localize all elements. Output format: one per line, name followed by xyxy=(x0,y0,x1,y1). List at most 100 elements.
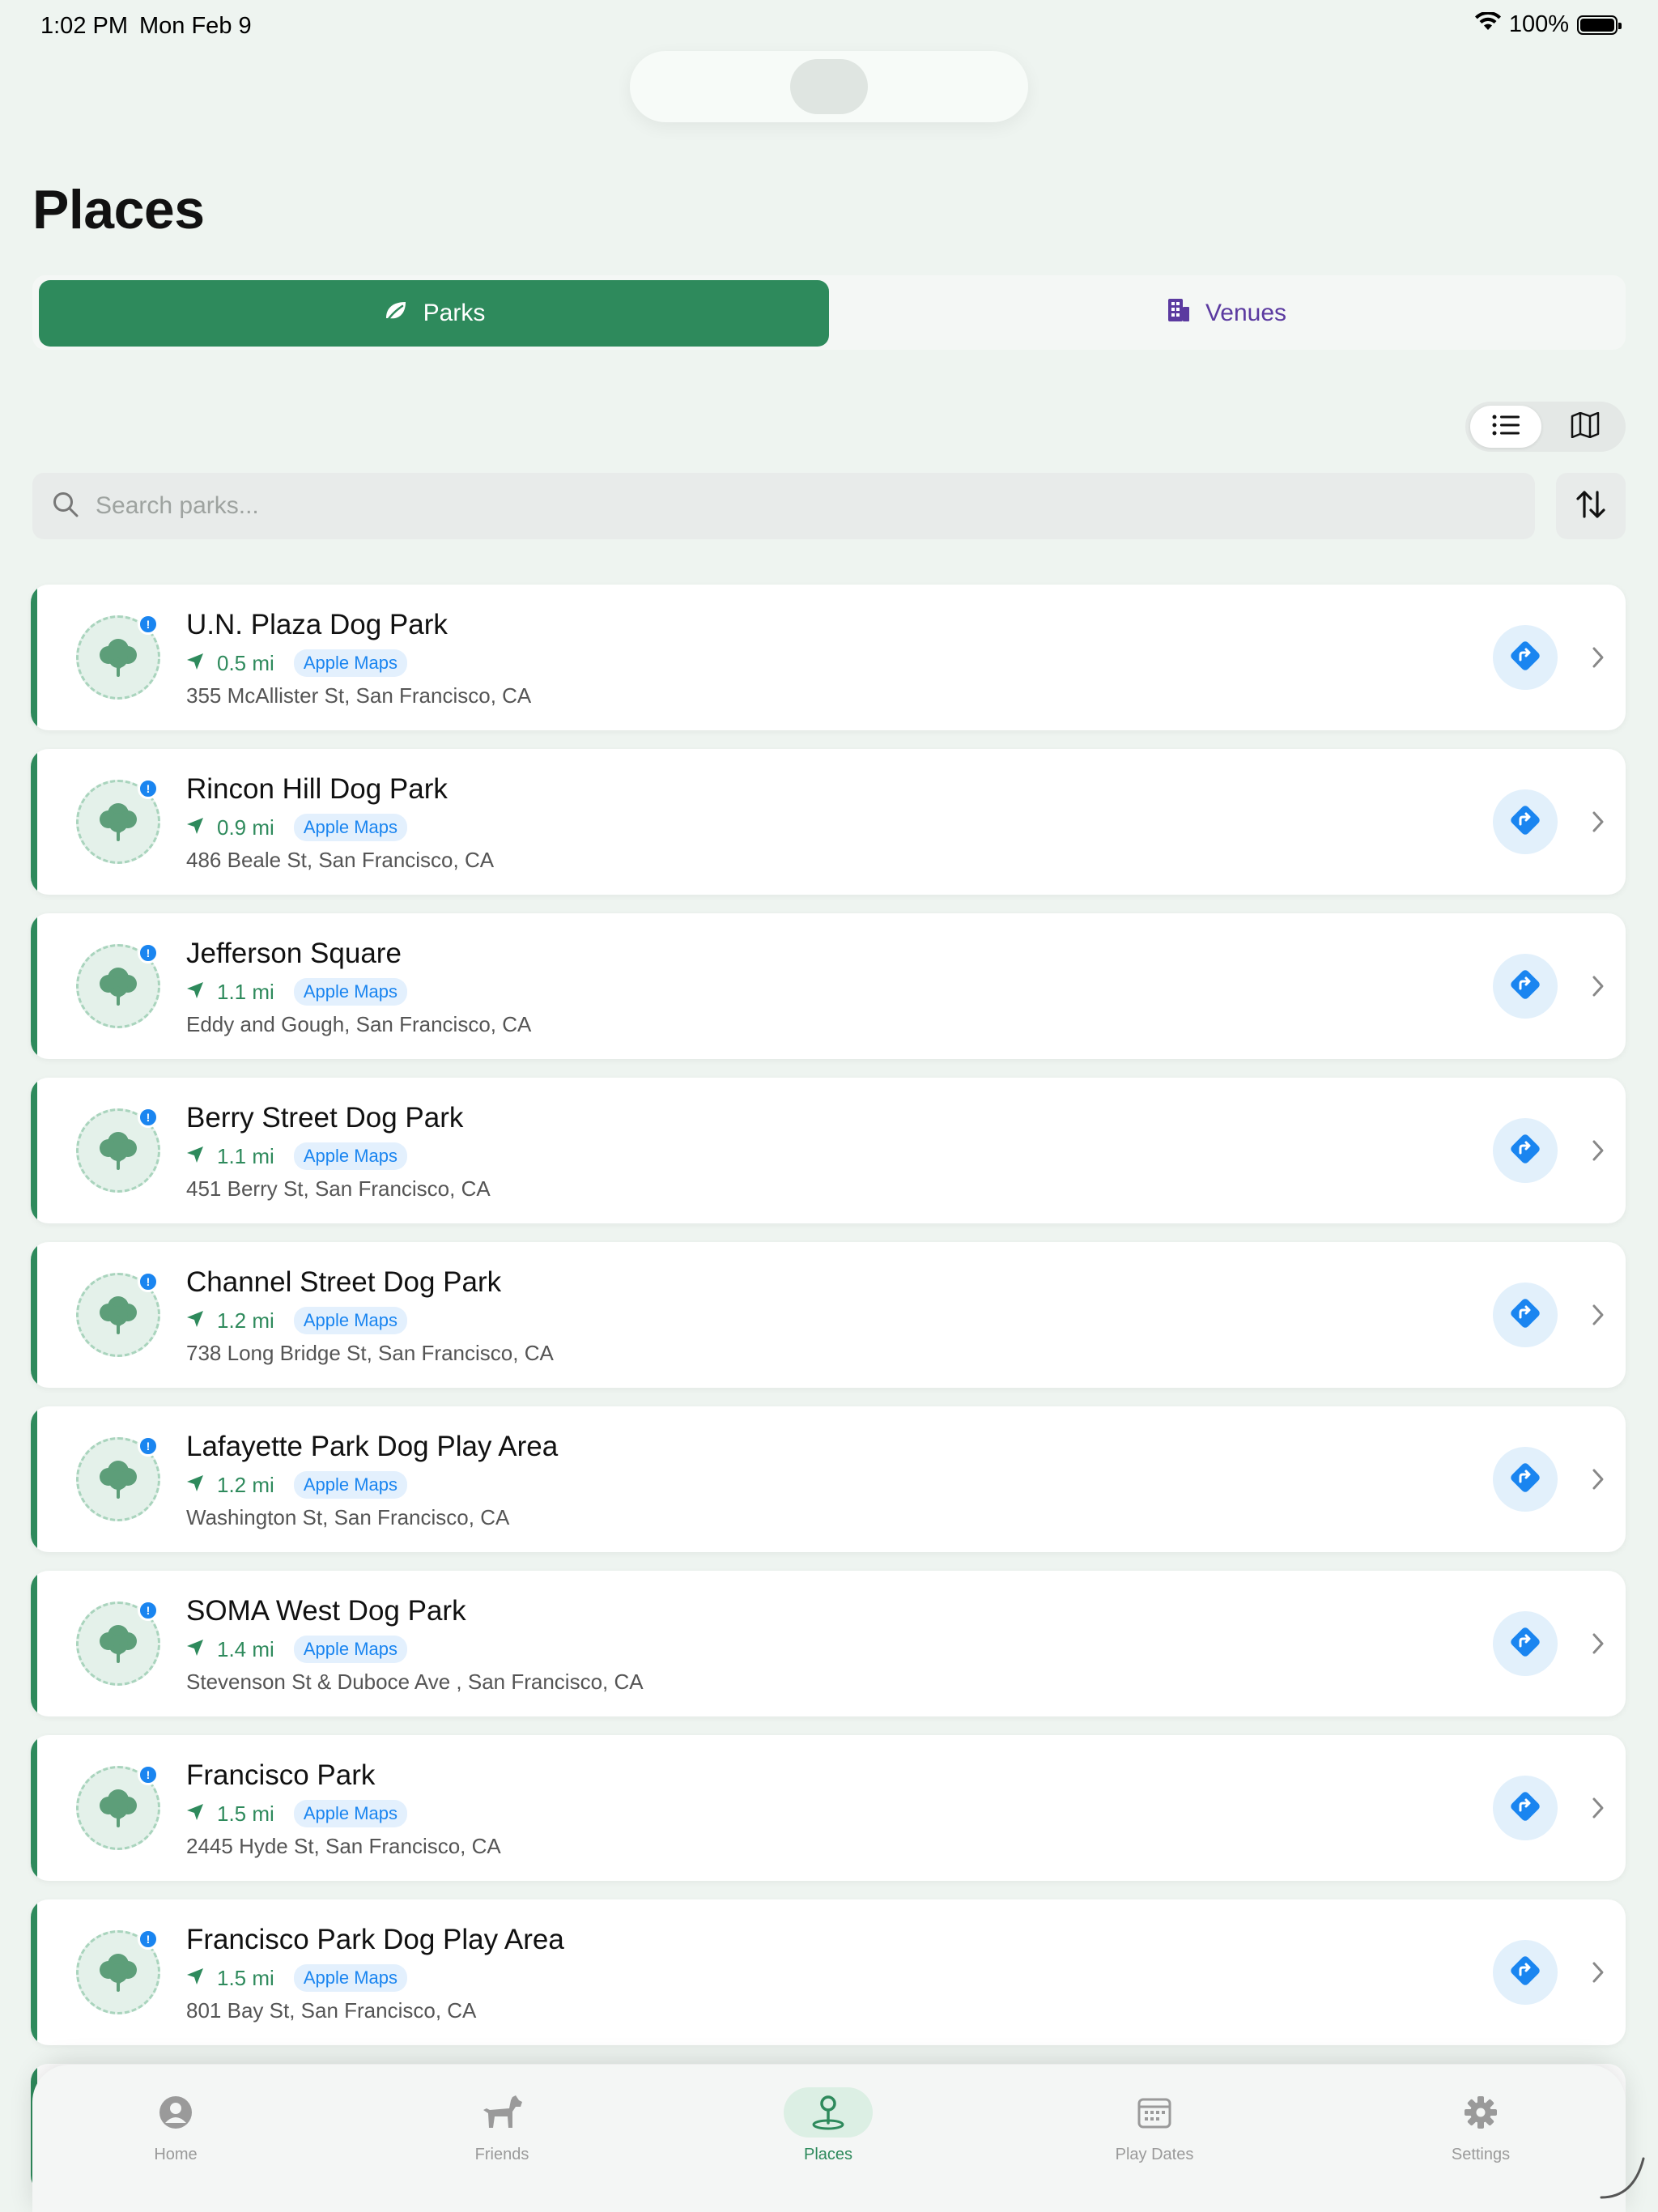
bottom-tab-bar: Home Friends Places Play Dates Settings xyxy=(32,2065,1626,2212)
tree-icon xyxy=(94,1289,142,1342)
location-arrow-icon xyxy=(186,1310,204,1332)
directions-icon xyxy=(1507,1952,1544,1993)
place-address: 2445 Hyde St, San Francisco, CA xyxy=(186,1834,501,1858)
location-arrow-icon xyxy=(186,817,204,839)
source-badge: Apple Maps xyxy=(293,1800,407,1827)
directions-button[interactable] xyxy=(1493,625,1558,690)
place-card[interactable]: ! U.N. Plaza Dog Park 0.5 mi Apple Maps … xyxy=(31,585,1626,730)
info-badge-icon: ! xyxy=(138,1436,159,1457)
place-address: Stevenson St & Duboce Ave , San Francisc… xyxy=(186,1670,644,1694)
search-input[interactable] xyxy=(96,492,1472,520)
chevron-right-icon xyxy=(1584,1793,1613,1823)
tab-places[interactable]: Places xyxy=(747,2087,909,2164)
place-distance: 1.1 mi xyxy=(217,1143,274,1168)
tab-home-label: Home xyxy=(154,2146,198,2163)
place-meta: 1.1 mi Apple Maps xyxy=(186,1142,407,1170)
building-icon xyxy=(1167,297,1191,330)
dog-icon xyxy=(457,2087,546,2138)
directions-icon xyxy=(1507,637,1544,678)
tab-play-dates[interactable]: Play Dates xyxy=(1073,2087,1235,2164)
place-card[interactable]: ! Francisco Park Dog Play Area 1.5 mi Ap… xyxy=(31,1899,1626,2045)
status-date: Mon Feb 9 xyxy=(139,13,252,39)
directions-icon xyxy=(1507,1788,1544,1829)
place-card[interactable]: ! Berry Street Dog Park 1.1 mi Apple Map… xyxy=(31,1078,1626,1223)
tab-play-dates-label: Play Dates xyxy=(1115,2146,1194,2163)
person-icon xyxy=(131,2087,220,2138)
place-distance: 0.9 mi xyxy=(217,815,274,840)
directions-button[interactable] xyxy=(1493,1283,1558,1347)
chevron-right-icon xyxy=(1584,972,1613,1001)
location-arrow-icon xyxy=(186,1146,204,1168)
search-icon xyxy=(52,491,79,522)
place-distance: 1.1 mi xyxy=(217,979,274,1004)
list-icon xyxy=(1492,415,1520,440)
tab-friends[interactable]: Friends xyxy=(421,2087,583,2164)
resize-corner-icon[interactable] xyxy=(1598,2152,1647,2201)
directions-button[interactable] xyxy=(1493,954,1558,1019)
info-badge-icon: ! xyxy=(138,1600,159,1621)
source-badge: Apple Maps xyxy=(293,978,407,1006)
directions-button[interactable] xyxy=(1493,1447,1558,1512)
tab-settings[interactable]: Settings xyxy=(1400,2087,1562,2164)
directions-icon xyxy=(1507,1295,1544,1336)
place-card[interactable]: ! Jefferson Square 1.1 mi Apple Maps Edd… xyxy=(31,913,1626,1059)
directions-button[interactable] xyxy=(1493,1611,1558,1676)
place-name: Channel Street Dog Park xyxy=(186,1266,502,1298)
map-view-button[interactable] xyxy=(1550,406,1621,448)
place-meta: 1.1 mi Apple Maps xyxy=(186,978,407,1006)
place-address: 801 Bay St, San Francisco, CA xyxy=(186,1998,477,2023)
tree-icon xyxy=(94,1125,142,1177)
directions-button[interactable] xyxy=(1493,1118,1558,1183)
leaf-icon xyxy=(383,297,409,330)
place-distance: 1.4 mi xyxy=(217,1636,274,1661)
place-address: 355 McAllister St, San Francisco, CA xyxy=(186,683,532,708)
status-time: 1:02 PM xyxy=(40,13,128,39)
place-meta: 1.2 mi Apple Maps xyxy=(186,1471,407,1499)
source-badge: Apple Maps xyxy=(293,814,407,841)
sort-button[interactable] xyxy=(1556,473,1626,539)
source-badge: Apple Maps xyxy=(293,1964,407,1992)
directions-button[interactable] xyxy=(1493,1940,1558,2005)
place-card[interactable]: ! SOMA West Dog Park 1.4 mi Apple Maps S… xyxy=(31,1571,1626,1716)
place-card[interactable]: ! Rincon Hill Dog Park 0.9 mi Apple Maps… xyxy=(31,749,1626,895)
status-indicators: 100% xyxy=(1474,11,1622,38)
place-address: Eddy and Gough, San Francisco, CA xyxy=(186,1012,532,1036)
tree-icon xyxy=(94,1453,142,1506)
info-badge-icon: ! xyxy=(138,1929,159,1950)
place-card[interactable]: ! Francisco Park 1.5 mi Apple Maps 2445 … xyxy=(31,1735,1626,1881)
directions-button[interactable] xyxy=(1493,789,1558,854)
chevron-right-icon xyxy=(1584,1300,1613,1329)
tab-venues[interactable]: Venues xyxy=(834,280,1619,347)
info-badge-icon: ! xyxy=(138,1271,159,1292)
place-name: Rincon Hill Dog Park xyxy=(186,773,448,805)
directions-button[interactable] xyxy=(1493,1776,1558,1840)
tab-friends-label: Friends xyxy=(474,2146,529,2163)
location-arrow-icon xyxy=(186,1803,204,1825)
source-badge: Apple Maps xyxy=(293,649,407,677)
info-badge-icon: ! xyxy=(138,1107,159,1128)
place-name: Berry Street Dog Park xyxy=(186,1102,464,1134)
tab-parks[interactable]: Parks xyxy=(39,280,829,347)
tab-home[interactable]: Home xyxy=(95,2087,257,2164)
place-distance: 1.2 mi xyxy=(217,1472,274,1497)
place-address: Washington St, San Francisco, CA xyxy=(186,1505,510,1529)
tree-icon xyxy=(94,1782,142,1835)
chevron-right-icon xyxy=(1584,1465,1613,1494)
source-badge: Apple Maps xyxy=(293,1142,407,1170)
multitasking-handle[interactable] xyxy=(630,51,1028,122)
info-badge-icon: ! xyxy=(138,778,159,799)
place-card[interactable]: ! Lafayette Park Dog Play Area 1.2 mi Ap… xyxy=(31,1406,1626,1552)
gear-icon xyxy=(1436,2087,1525,2138)
list-view-button[interactable] xyxy=(1470,406,1541,448)
source-badge: Apple Maps xyxy=(293,1636,407,1663)
place-card[interactable]: ! Channel Street Dog Park 1.2 mi Apple M… xyxy=(31,1242,1626,1388)
source-badge: Apple Maps xyxy=(293,1471,407,1499)
place-name: Francisco Park xyxy=(186,1759,376,1791)
place-name: U.N. Plaza Dog Park xyxy=(186,609,448,640)
chevron-right-icon xyxy=(1584,807,1613,836)
place-distance: 1.5 mi xyxy=(217,1801,274,1826)
directions-icon xyxy=(1507,1130,1544,1172)
category-segmented-control: Parks Venues xyxy=(32,275,1626,350)
place-meta: 0.9 mi Apple Maps xyxy=(186,814,407,841)
tab-settings-label: Settings xyxy=(1451,2146,1511,2163)
